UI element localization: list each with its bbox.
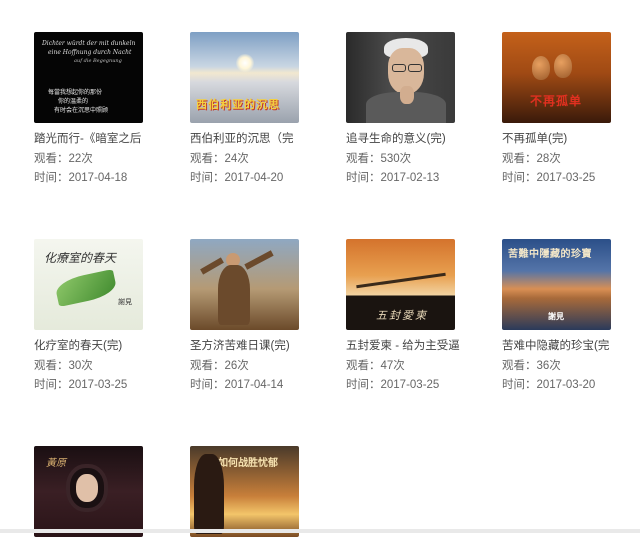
view-count: 观看：530次 [346,153,412,165]
view-count: 观看：36次 [502,360,561,372]
publish-time: 时间：2017-03-25 [346,379,440,391]
thumbnail-6[interactable] [190,239,299,330]
view-count: 观看：24次 [190,153,249,165]
thumbnail-10[interactable]: 如何战胜忧郁 [190,446,299,537]
scrollbar-track[interactable] [0,529,640,533]
pen-icon [356,272,446,289]
video-title[interactable]: 圣方济苦难日课(完) [190,337,310,353]
publish-time: 时间：2017-02-13 [346,172,440,184]
thumb-line: 你的温柔的 [58,99,89,105]
thumb-caption: 如何战胜忧郁 [218,458,278,469]
video-title[interactable]: 西伯利亚的沉思（完 [190,130,310,146]
leaf-icon [53,269,119,307]
thumbnail-3[interactable] [346,32,455,123]
thumb-line: eine Hoffnung durch Nacht [48,49,132,56]
arm-shape [244,250,274,270]
thumbnail-5[interactable]: 化療室的春天 謝見 [34,239,143,330]
view-count: 观看：22次 [34,153,93,165]
publish-time: 时间：2017-04-14 [190,379,284,391]
thumb-author: 謝見 [548,312,564,321]
thumb-line: Dichter würdt der mit dunkeln [42,40,136,47]
glasses-icon [408,64,422,72]
thumb-caption: 不再孤单 [530,94,583,108]
thumb-line: 每當我想起你的那份 [48,90,103,96]
publish-time: 时间：2017-04-18 [34,172,128,184]
hand-shape [400,86,414,104]
figure-silhouette [194,454,224,534]
portrait-icon [76,474,98,502]
view-count: 观看：28次 [502,153,561,165]
thumbnail-4[interactable]: 不再孤单 [502,32,611,123]
thumbnail-9[interactable]: 黃原 [34,446,143,537]
thumbnail-7[interactable]: 五封愛柬 [346,239,455,330]
video-title[interactable]: 踏光而行-《暗室之后 [34,130,154,146]
publish-time: 时间：2017-03-25 [34,379,128,391]
view-count: 观看：47次 [346,360,405,372]
view-count: 观看：26次 [190,360,249,372]
thumb-line: auf die Begegnung [74,58,122,64]
publish-time: 时间：2017-03-25 [502,172,596,184]
thumbnail-2[interactable]: 西伯利亚的沉思 [190,32,299,123]
thumbnail-8[interactable]: 苦難中隱藏的珍寶 謝見 [502,239,611,330]
thumb-caption: 化療室的春天 [44,251,117,265]
video-title[interactable]: 五封爱柬 - 给为主受逼 [346,337,466,353]
glasses-icon [392,64,406,72]
sun-icon [236,54,254,72]
video-title[interactable]: 追寻生命的意义(完) [346,130,466,146]
thumb-caption: 黃原 [46,458,66,469]
publish-time: 时间：2017-03-20 [502,379,596,391]
thumb-caption: 苦難中隱藏的珍寶 [508,249,592,260]
thumbnail-1[interactable]: Dichter würdt der mit dunkeln eine Hoffn… [34,32,143,123]
publish-time: 时间：2017-04-20 [190,172,284,184]
video-title[interactable]: 化疗室的春天(完) [34,337,154,353]
thumb-caption: 五封愛柬 [376,309,428,322]
video-title[interactable]: 不再孤单(完) [502,130,622,146]
thumb-line: 有时会在沉思中照顾 [54,108,109,114]
egg-icon [554,54,572,78]
video-title[interactable]: 苦难中隐藏的珍宝(完 [502,337,622,353]
egg-icon [532,56,550,80]
view-count: 观看：30次 [34,360,93,372]
thumb-author: 謝見 [118,299,132,306]
robe-shape [218,265,250,325]
thumb-caption: 西伯利亚的沉思 [196,99,280,111]
